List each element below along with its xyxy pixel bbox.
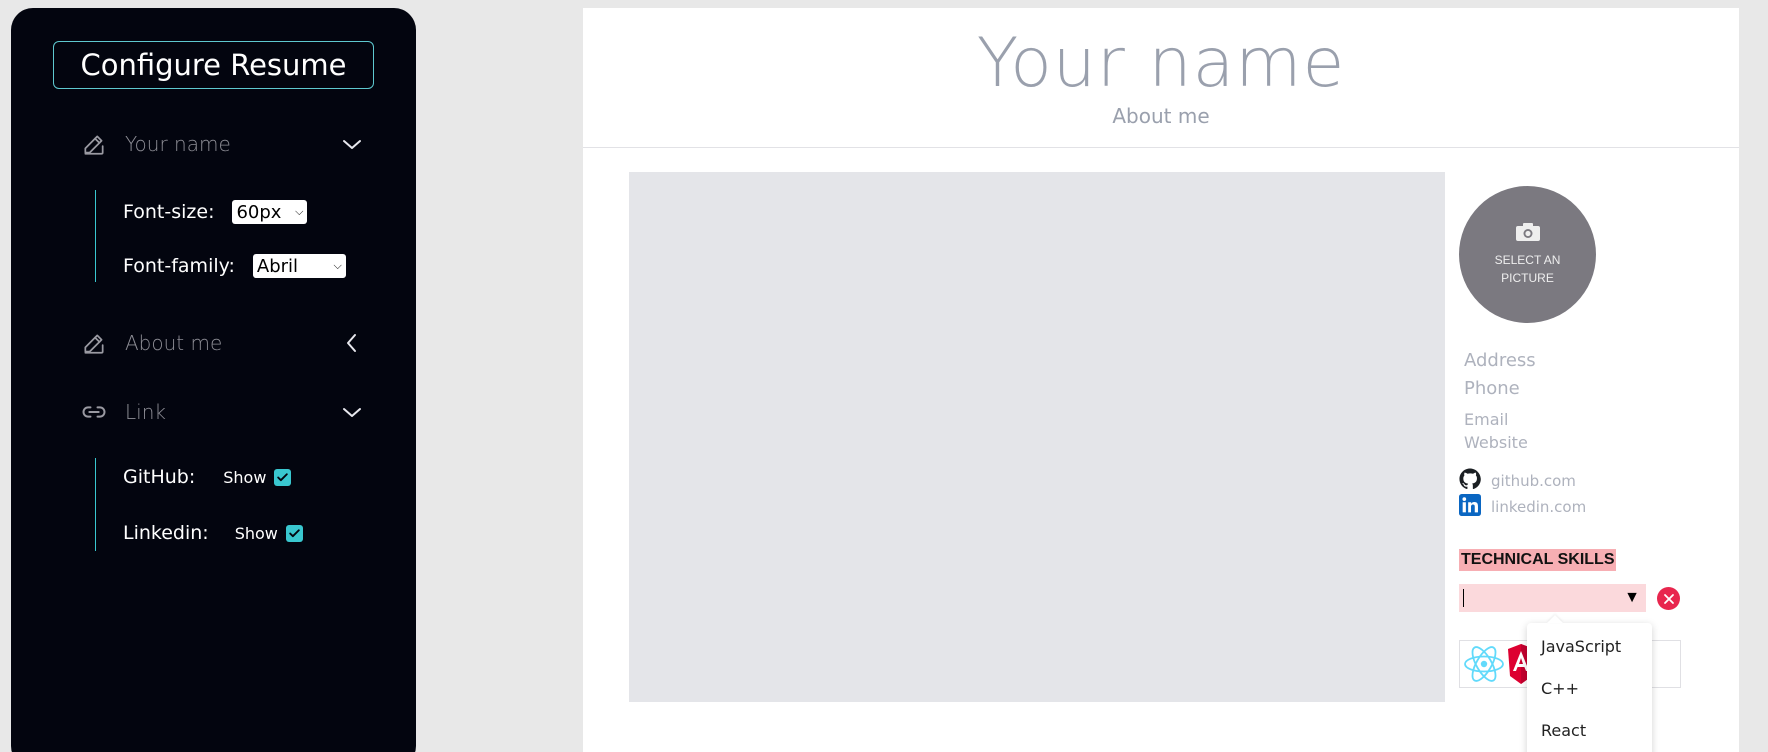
camera-icon <box>1515 222 1541 247</box>
edit-icon <box>80 329 108 357</box>
name-options-panel: Font-size: 60px ⌵ Font-family: Abril ⌵ <box>95 190 346 282</box>
chevron-left-icon[interactable] <box>340 331 364 355</box>
resume-about[interactable]: About me <box>583 104 1739 128</box>
github-icon <box>1459 468 1481 494</box>
font-family-select[interactable]: Abril ⌵ <box>252 254 346 278</box>
link-icon <box>80 398 108 426</box>
select-caret-icon: ⌵ <box>295 205 304 218</box>
select-picture-button[interactable]: SELECT AN PICTURE <box>1459 186 1596 323</box>
github-show-label: Show <box>223 467 267 487</box>
technical-skills-title: TECHNICAL SKILLS <box>1459 549 1617 571</box>
linkedin-show-checkbox[interactable] <box>285 524 303 542</box>
select-picture-label-1: SELECT AN <box>1494 253 1561 267</box>
link-options-panel: GitHub: Show Linkedin: Show <box>95 458 303 551</box>
skills-dropdown-menu: JavaScript C++ React <box>1527 623 1652 752</box>
email-field[interactable]: Email <box>1464 410 1508 429</box>
header-divider <box>583 147 1739 148</box>
resume-name[interactable]: Your name <box>583 24 1739 103</box>
section-about-me[interactable]: About me <box>80 325 380 361</box>
select-caret-icon: ⌵ <box>333 259 342 272</box>
text-cursor <box>1463 589 1464 607</box>
font-size-value: 60px <box>236 201 282 223</box>
select-picture-label-2: PICTURE <box>1501 271 1554 285</box>
github-option-label: GitHub: <box>123 466 196 488</box>
skills-icon-list <box>1462 642 1536 691</box>
font-size-label: Font-size: <box>123 201 215 223</box>
github-link[interactable]: github.com <box>1459 468 1576 494</box>
website-field[interactable]: Website <box>1464 433 1528 452</box>
close-icon <box>1663 593 1674 604</box>
chevron-down-icon[interactable] <box>340 132 364 156</box>
dropdown-option[interactable]: C++ <box>1541 679 1579 698</box>
edit-icon <box>80 130 108 158</box>
font-size-select[interactable]: 60px ⌵ <box>232 200 308 224</box>
react-icon[interactable] <box>1462 642 1506 691</box>
section-label-link: Link <box>125 400 166 424</box>
linkedin-link-text: linkedin.com <box>1491 498 1587 516</box>
linkedin-row: Linkedin: Show <box>123 522 303 544</box>
skills-select-input[interactable]: ▼ <box>1459 584 1646 612</box>
section-label-your-name: Your name <box>125 132 231 156</box>
remove-skills-button[interactable] <box>1657 587 1680 610</box>
github-show-checkbox[interactable] <box>274 468 292 486</box>
font-size-row: Font-size: 60px ⌵ <box>123 200 308 224</box>
resume-body-area[interactable] <box>629 172 1445 702</box>
dropdown-arrow-icon[interactable]: ▼ <box>1624 589 1640 607</box>
font-family-label: Font-family: <box>123 255 235 277</box>
linkedin-link[interactable]: linkedin.com <box>1459 494 1586 520</box>
dropdown-option[interactable]: JavaScript <box>1541 637 1621 656</box>
github-link-text: github.com <box>1491 472 1576 490</box>
chevron-down-icon[interactable] <box>340 400 364 424</box>
section-your-name[interactable]: Your name <box>80 126 380 162</box>
font-family-row: Font-family: Abril ⌵ <box>123 254 346 278</box>
configure-resume-title: Configure Resume <box>53 41 374 89</box>
linkedin-option-label: Linkedin: <box>123 522 209 544</box>
github-row: GitHub: Show <box>123 466 292 488</box>
linkedin-show-label: Show <box>234 523 278 543</box>
phone-field[interactable]: Phone <box>1464 378 1520 399</box>
section-label-about-me: About me <box>125 331 223 355</box>
section-link[interactable]: Link <box>80 394 380 430</box>
font-family-value: Abril <box>256 255 299 277</box>
config-sidebar: Configure Resume Your name Font-size: 60… <box>11 8 416 752</box>
resume-preview: Your name About me SELECT AN PICTURE Add… <box>583 8 1739 752</box>
address-field[interactable]: Address <box>1464 350 1536 371</box>
dropdown-option[interactable]: React <box>1541 721 1586 740</box>
linkedin-icon <box>1459 494 1481 520</box>
